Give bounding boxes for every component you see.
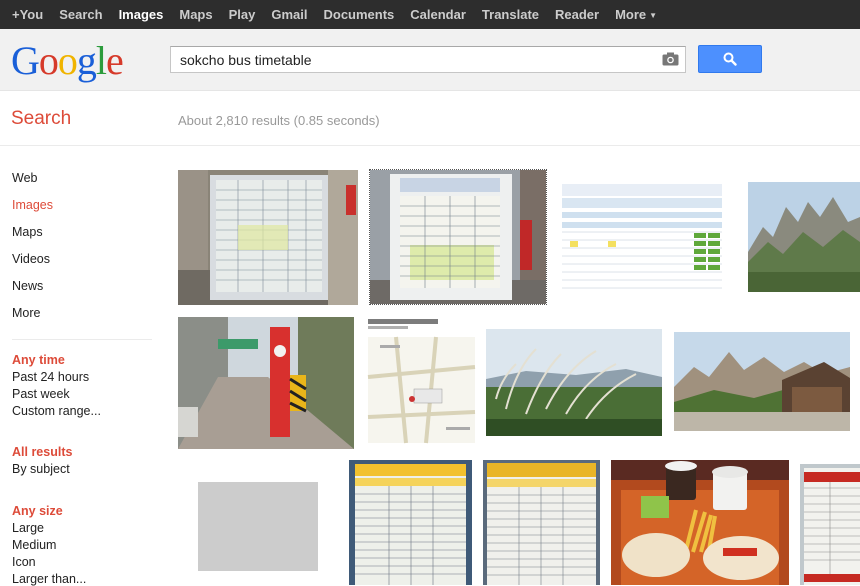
image-result[interactable] — [178, 170, 358, 305]
image-result[interactable] — [366, 317, 477, 446]
filter-time-past-week[interactable]: Past week — [12, 387, 70, 401]
image-result[interactable] — [486, 329, 662, 436]
image-result[interactable] — [674, 332, 850, 431]
sidebar-item-more[interactable]: More — [12, 306, 40, 320]
topbar-item-calendar[interactable]: Calendar — [402, 0, 474, 29]
chevron-down-icon: ▼ — [649, 11, 658, 20]
terminal-map-image — [366, 317, 477, 446]
bus-timetable-photo-image — [178, 170, 358, 305]
section-title: Search — [11, 108, 72, 129]
topbar-item-search[interactable]: Search — [51, 0, 110, 29]
search-button[interactable] — [698, 45, 762, 73]
google-logo[interactable]: Google — [11, 39, 124, 83]
filter-time-past-24-hours[interactable]: Past 24 hours — [12, 370, 89, 384]
top-navigation-bar: +You Search Images Maps Play Gmail Docum… — [0, 0, 860, 29]
filter-results-by-subject[interactable]: By subject — [12, 462, 70, 476]
image-result-selected[interactable] — [369, 169, 547, 305]
filter-size-icon[interactable]: Icon — [12, 555, 36, 569]
topbar-item-reader[interactable]: Reader — [547, 0, 607, 29]
sidebar-item-news[interactable]: News — [12, 279, 43, 293]
topbar-item-translate[interactable]: Translate — [474, 0, 547, 29]
search-icon — [723, 52, 737, 66]
topbar-item-images[interactable]: Images — [111, 0, 172, 29]
timetable-web-page-image — [560, 182, 724, 293]
sidebar-divider — [12, 339, 152, 340]
image-result-placeholder[interactable] — [198, 482, 318, 571]
image-result[interactable] — [178, 317, 354, 449]
topbar-item-gmail[interactable]: Gmail — [263, 0, 315, 29]
filter-size-large[interactable]: Large — [12, 521, 44, 535]
search-input[interactable] — [171, 47, 651, 72]
result-stats: About 2,810 results (0.85 seconds) — [178, 113, 380, 128]
image-result[interactable] — [800, 464, 860, 585]
filter-size-larger-than[interactable]: Larger than... — [12, 572, 86, 586]
topbar-item-documents[interactable]: Documents — [315, 0, 402, 29]
search-box — [170, 46, 686, 73]
sidebar-item-maps[interactable]: Maps — [12, 225, 43, 239]
filter-time-heading[interactable]: Any time — [12, 353, 65, 367]
timetable-board-yellow-image — [483, 460, 600, 585]
topbar-item-more[interactable]: More ▼ — [607, 0, 665, 29]
search-header: Google — [0, 29, 860, 91]
street-bus-stop-image — [178, 317, 354, 449]
temple-mountains-image — [674, 332, 850, 431]
camera-icon[interactable] — [662, 52, 679, 66]
sidebar-item-web[interactable]: Web — [12, 171, 37, 185]
image-result[interactable] — [611, 460, 789, 585]
sidebar-item-videos[interactable]: Videos — [12, 252, 50, 266]
topbar-item-play[interactable]: Play — [221, 0, 264, 29]
timetable-board-yellow-image — [349, 460, 472, 585]
timetable-board-red-image — [800, 464, 860, 585]
topbar-item-you[interactable]: +You — [4, 0, 51, 29]
image-result[interactable] — [349, 460, 472, 585]
burger-meal-image — [611, 460, 789, 585]
sidebar-item-images[interactable]: Images — [12, 198, 53, 212]
image-result[interactable] — [483, 460, 600, 585]
pampas-grass-image — [486, 329, 662, 436]
filter-results-heading[interactable]: All results — [12, 445, 72, 459]
filter-size-medium[interactable]: Medium — [12, 538, 56, 552]
bus-timetable-photo-image — [370, 170, 546, 304]
topbar-item-maps[interactable]: Maps — [171, 0, 220, 29]
image-result[interactable] — [748, 182, 860, 292]
filter-time-custom-range[interactable]: Custom range... — [12, 404, 101, 418]
image-result[interactable] — [560, 182, 724, 293]
results-subheader: Search About 2,810 results (0.85 seconds… — [0, 91, 860, 146]
topbar-more-label: More — [615, 7, 647, 22]
filter-size-heading[interactable]: Any size — [12, 504, 63, 518]
mountain-peaks-image — [748, 182, 860, 292]
